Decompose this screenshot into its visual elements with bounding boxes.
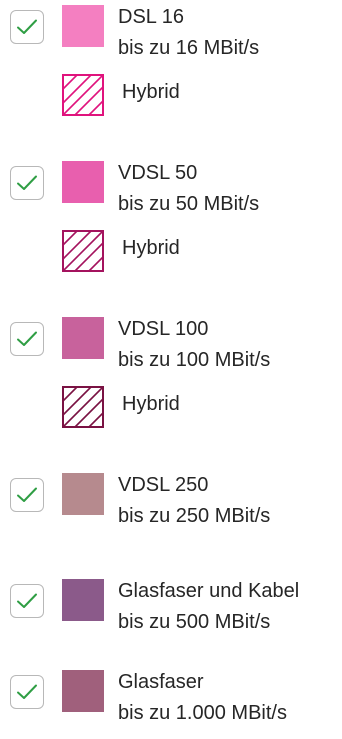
check-icon	[17, 175, 37, 190]
color-swatch-glasfaser-und-kabel	[62, 579, 104, 621]
hatched-swatch-icon	[62, 74, 104, 116]
legend-title-dsl-16: DSL 16	[118, 6, 184, 28]
legend-speed-vdsl-100: bis zu 100 MBit/s	[118, 349, 271, 371]
checkbox-glasfaser[interactable]	[10, 675, 44, 709]
color-swatch-dsl-16	[62, 5, 104, 47]
check-icon	[17, 331, 37, 346]
legend-speed-glasfaser: bis zu 1.000 MBit/s	[118, 702, 287, 724]
check-icon	[17, 487, 37, 502]
color-swatch-vdsl-100	[62, 317, 104, 359]
legend-hybrid-label-dsl-16: Hybrid	[122, 81, 180, 103]
hatched-swatch-icon	[62, 386, 104, 428]
checkbox-dsl-16[interactable]	[10, 10, 44, 44]
legend-title-vdsl-100: VDSL 100	[118, 318, 209, 340]
checkbox-vdsl-250[interactable]	[10, 478, 44, 512]
legend-title-glasfaser: Glasfaser	[118, 671, 204, 693]
legend-title-glasfaser-und-kabel: Glasfaser und Kabel	[118, 580, 300, 602]
checkbox-vdsl-100[interactable]	[10, 322, 44, 356]
checkbox-vdsl-50[interactable]	[10, 166, 44, 200]
color-swatch-glasfaser	[62, 670, 104, 712]
color-swatch-vdsl-50	[62, 161, 104, 203]
legend-speed-dsl-16: bis zu 16 MBit/s	[118, 37, 260, 59]
check-icon	[17, 684, 37, 699]
color-swatch-vdsl-250	[62, 473, 104, 515]
legend-speed-vdsl-250: bis zu 250 MBit/s	[118, 505, 271, 527]
checkbox-glasfaser-und-kabel[interactable]	[10, 584, 44, 618]
legend-hybrid-label-vdsl-100: Hybrid	[122, 393, 180, 415]
legend-speed-glasfaser-und-kabel: bis zu 500 MBit/s	[118, 611, 271, 633]
legend-title-vdsl-50: VDSL 50	[118, 162, 198, 184]
legend-hybrid-label-vdsl-50: Hybrid	[122, 237, 180, 259]
legend-title-vdsl-250: VDSL 250	[118, 474, 209, 496]
legend-speed-vdsl-50: bis zu 50 MBit/s	[118, 193, 260, 215]
check-icon	[17, 593, 37, 608]
hatched-swatch-icon	[62, 230, 104, 272]
check-icon	[17, 19, 37, 34]
